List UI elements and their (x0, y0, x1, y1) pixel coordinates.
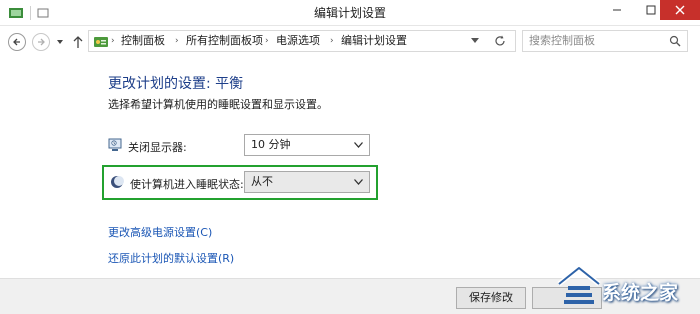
chevron-down-icon (354, 142, 363, 148)
breadcrumb-all-items[interactable]: 所有控制面板项 (186, 31, 263, 51)
close-icon (675, 5, 685, 15)
page-subtitle: 选择希望计算机使用的睡眠设置和显示设置。 (108, 98, 328, 111)
back-arrow-icon (13, 38, 20, 46)
control-panel-icon (94, 37, 108, 47)
up-arrow-icon[interactable] (72, 35, 84, 49)
breadcrumb-separator[interactable]: › (265, 31, 269, 51)
sleep-select[interactable]: 从不 (244, 171, 370, 193)
turn-off-display-select[interactable]: 10 分钟 (244, 134, 370, 156)
search-box[interactable]: 搜索控制面板 (522, 30, 688, 52)
turn-off-display-label: 关闭显示器: (128, 141, 187, 154)
watermark-logo-icon (557, 265, 601, 304)
minimize-button[interactable] (600, 0, 634, 20)
window-title: 编辑计划设置 (313, 6, 386, 20)
close-button[interactable] (660, 0, 700, 20)
search-placeholder: 搜索控制面板 (529, 34, 595, 47)
breadcrumb-separator[interactable]: › (175, 31, 179, 51)
address-bar[interactable]: › 控制面板 › 所有控制面板项 › 电源选项 › 编辑计划设置 (88, 30, 516, 52)
turn-off-display-value: 10 分钟 (251, 138, 291, 151)
breadcrumb-control-panel[interactable]: 控制面板 (121, 31, 165, 51)
watermark: 系统之家 (540, 258, 700, 314)
address-dropdown-icon[interactable] (471, 38, 479, 44)
forward-arrow-icon (38, 38, 45, 46)
chevron-down-icon (354, 179, 363, 185)
maximize-icon (646, 5, 656, 15)
back-button[interactable] (8, 33, 26, 51)
refresh-icon[interactable] (493, 34, 507, 48)
minimize-icon (613, 9, 621, 11)
breadcrumb-separator[interactable]: › (330, 31, 334, 51)
search-icon[interactable] (669, 35, 681, 47)
breadcrumb-power-options[interactable]: 电源选项 (276, 31, 320, 51)
page-heading: 更改计划的设置: 平衡 (108, 76, 244, 92)
sleep-moon-icon (111, 176, 124, 188)
sleep-value: 从不 (251, 175, 273, 188)
title-bar: 编辑计划设置 (0, 0, 700, 26)
recent-locations-chevron-icon[interactable] (56, 38, 64, 46)
advanced-power-settings-link[interactable]: 更改高级电源设置(C) (108, 224, 212, 240)
restore-defaults-link[interactable]: 还原此计划的默认设置(R) (108, 250, 234, 266)
forward-button[interactable] (32, 33, 50, 51)
monitor-icon (108, 138, 122, 151)
breadcrumb-separator: › (111, 36, 115, 46)
main-content: 更改计划的设置: 平衡 选择希望计算机使用的睡眠设置和显示设置。 关闭显示器: … (0, 58, 700, 278)
sleep-label: 使计算机进入睡眠状态: (130, 178, 244, 191)
breadcrumb-edit-plan[interactable]: 编辑计划设置 (341, 31, 407, 51)
watermark-text: 系统之家 (602, 282, 679, 304)
save-changes-button[interactable]: 保存修改 (456, 287, 526, 309)
navigation-bar: › 控制面板 › 所有控制面板项 › 电源选项 › 编辑计划设置 搜索控制面板 (0, 26, 700, 58)
